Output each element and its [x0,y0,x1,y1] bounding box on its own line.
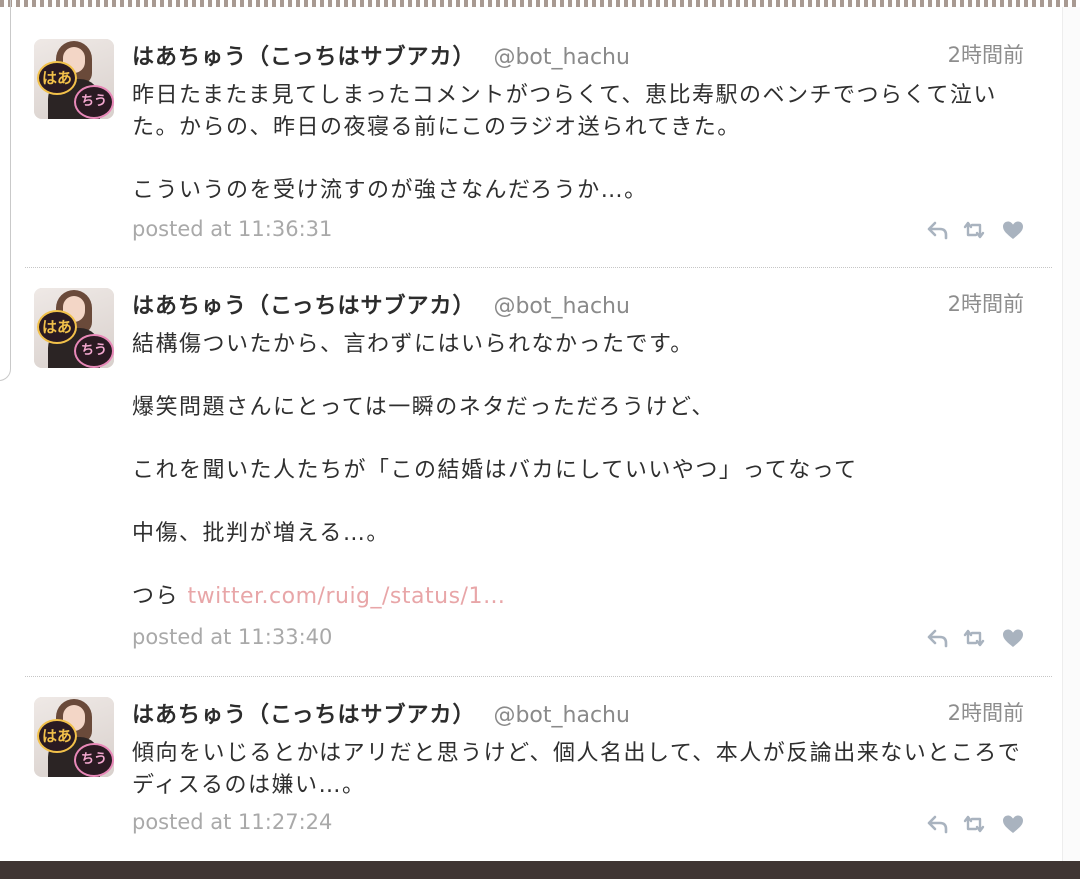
reply-arrow-icon [927,815,948,834]
reply-button[interactable] [926,812,950,836]
relative-time[interactable]: 2時間前 [948,39,1024,69]
tweet-author[interactable]: はあちゅう（こっちはサブアカ） @bot_hachu [132,697,630,729]
tweet-actions [926,218,1026,242]
avatar-fan-sign: はあ [37,310,77,344]
display-name[interactable]: はあちゅう（こっちはサブアカ） [132,45,475,70]
tweet-paragraph-text: つら [132,584,180,609]
reply-arrow-icon [927,221,948,240]
favorite-button[interactable] [1001,218,1025,242]
tweet-paragraph: 中傷、批判が増える…。 [132,521,390,546]
posted-at[interactable]: posted at 11:36:31 [132,217,332,241]
retweet-arrows-icon [963,629,985,647]
tweet-paragraph: 結構傷ついたから、言わずにはいられなかったです。 [132,332,694,357]
display-name[interactable]: はあちゅう（こっちはサブアカ） [132,703,475,728]
tweet-text: 昨日たまたま見てしまったコメントがつらくて、恵比寿駅のベンチでつらくて泣いた。か… [132,80,1022,207]
timeline: はあ ちう はあちゅう（こっちはサブアカ） @bot_hachu 2時間前 昨日た… [0,0,1080,861]
tweet-paragraph: 爆笑問題さんにとっては一瞬のネタだっただろうけど、 [132,395,715,420]
avatar-fan-sign: はあ [37,719,77,753]
tweet-paragraph: これを聞いた人たちが「この結婚はバカにしていいやつ」ってなって [132,458,858,483]
user-handle[interactable]: @bot_hachu [493,294,629,319]
tweet-link[interactable]: twitter.com/ruig_/status/1… [188,584,506,609]
avatar[interactable]: はあ ちう [34,39,114,119]
avatar-fan-sign: ちう [74,85,114,119]
tweet-author[interactable]: はあちゅう（こっちはサブアカ） @bot_hachu [132,39,630,71]
tweet-paragraph: つら twitter.com/ruig_/status/1… [132,581,1022,613]
bottom-bar [0,861,1080,879]
reply-button[interactable] [926,218,950,242]
tweet-paragraph: 傾向をいじるとかはアリだと思うけど、個人名出して、本人が反論出来ないところでディ… [132,741,1022,798]
tweet-paragraph: こういうのを受け流すのが強さなんだろうか…。 [132,178,648,203]
favorite-button[interactable] [1001,812,1025,836]
retweet-button[interactable] [962,626,986,650]
relative-time[interactable]: 2時間前 [948,697,1024,727]
posted-at[interactable]: posted at 11:27:24 [132,810,332,834]
avatar-fan-sign: はあ [37,61,77,95]
avatar-fan-sign: ちう [74,334,114,368]
avatar[interactable]: はあ ちう [34,697,114,777]
retweet-arrows-icon [963,815,985,833]
heart-icon [1003,815,1023,833]
display-name[interactable]: はあちゅう（こっちはサブアカ） [132,294,475,319]
tweet-author[interactable]: はあちゅう（こっちはサブアカ） @bot_hachu [132,288,630,320]
relative-time[interactable]: 2時間前 [948,288,1024,318]
tweet-paragraph: 昨日たまたま見てしまったコメントがつらくて、恵比寿駅のベンチでつらくて泣いた。か… [132,83,997,140]
tweet-actions [926,626,1026,650]
tweet-item: はあ ちう はあちゅう（こっちはサブアカ） @bot_hachu 2時間前 傾向を… [22,694,1052,844]
avatar-fan-sign: ちう [74,743,114,777]
reply-arrow-icon [927,629,948,648]
favorite-button[interactable] [1001,626,1025,650]
retweet-button[interactable] [962,218,986,242]
tweet-actions [926,812,1026,836]
heart-icon [1003,221,1023,239]
avatar[interactable]: はあ ちう [34,288,114,368]
tweet-divider [25,267,1052,268]
tweet-text: 結構傷ついたから、言わずにはいられなかったです。 爆笑問題さんにとっては一瞬のネ… [132,329,1022,613]
user-handle[interactable]: @bot_hachu [493,45,629,70]
tweet-text: 傾向をいじるとかはアリだと思うけど、個人名出して、本人が反論出来ないところでディ… [132,738,1022,802]
heart-icon [1003,629,1023,647]
tweet-divider [25,676,1052,677]
tweet-item: はあ ちう はあちゅう（こっちはサブアカ） @bot_hachu 2時間前 結構傷… [22,285,1052,675]
user-handle[interactable]: @bot_hachu [493,703,629,728]
tweet-item: はあ ちう はあちゅう（こっちはサブアカ） @bot_hachu 2時間前 昨日た… [22,36,1052,268]
retweet-arrows-icon [963,221,985,239]
retweet-button[interactable] [962,812,986,836]
posted-at[interactable]: posted at 11:33:40 [132,625,332,649]
reply-button[interactable] [926,626,950,650]
